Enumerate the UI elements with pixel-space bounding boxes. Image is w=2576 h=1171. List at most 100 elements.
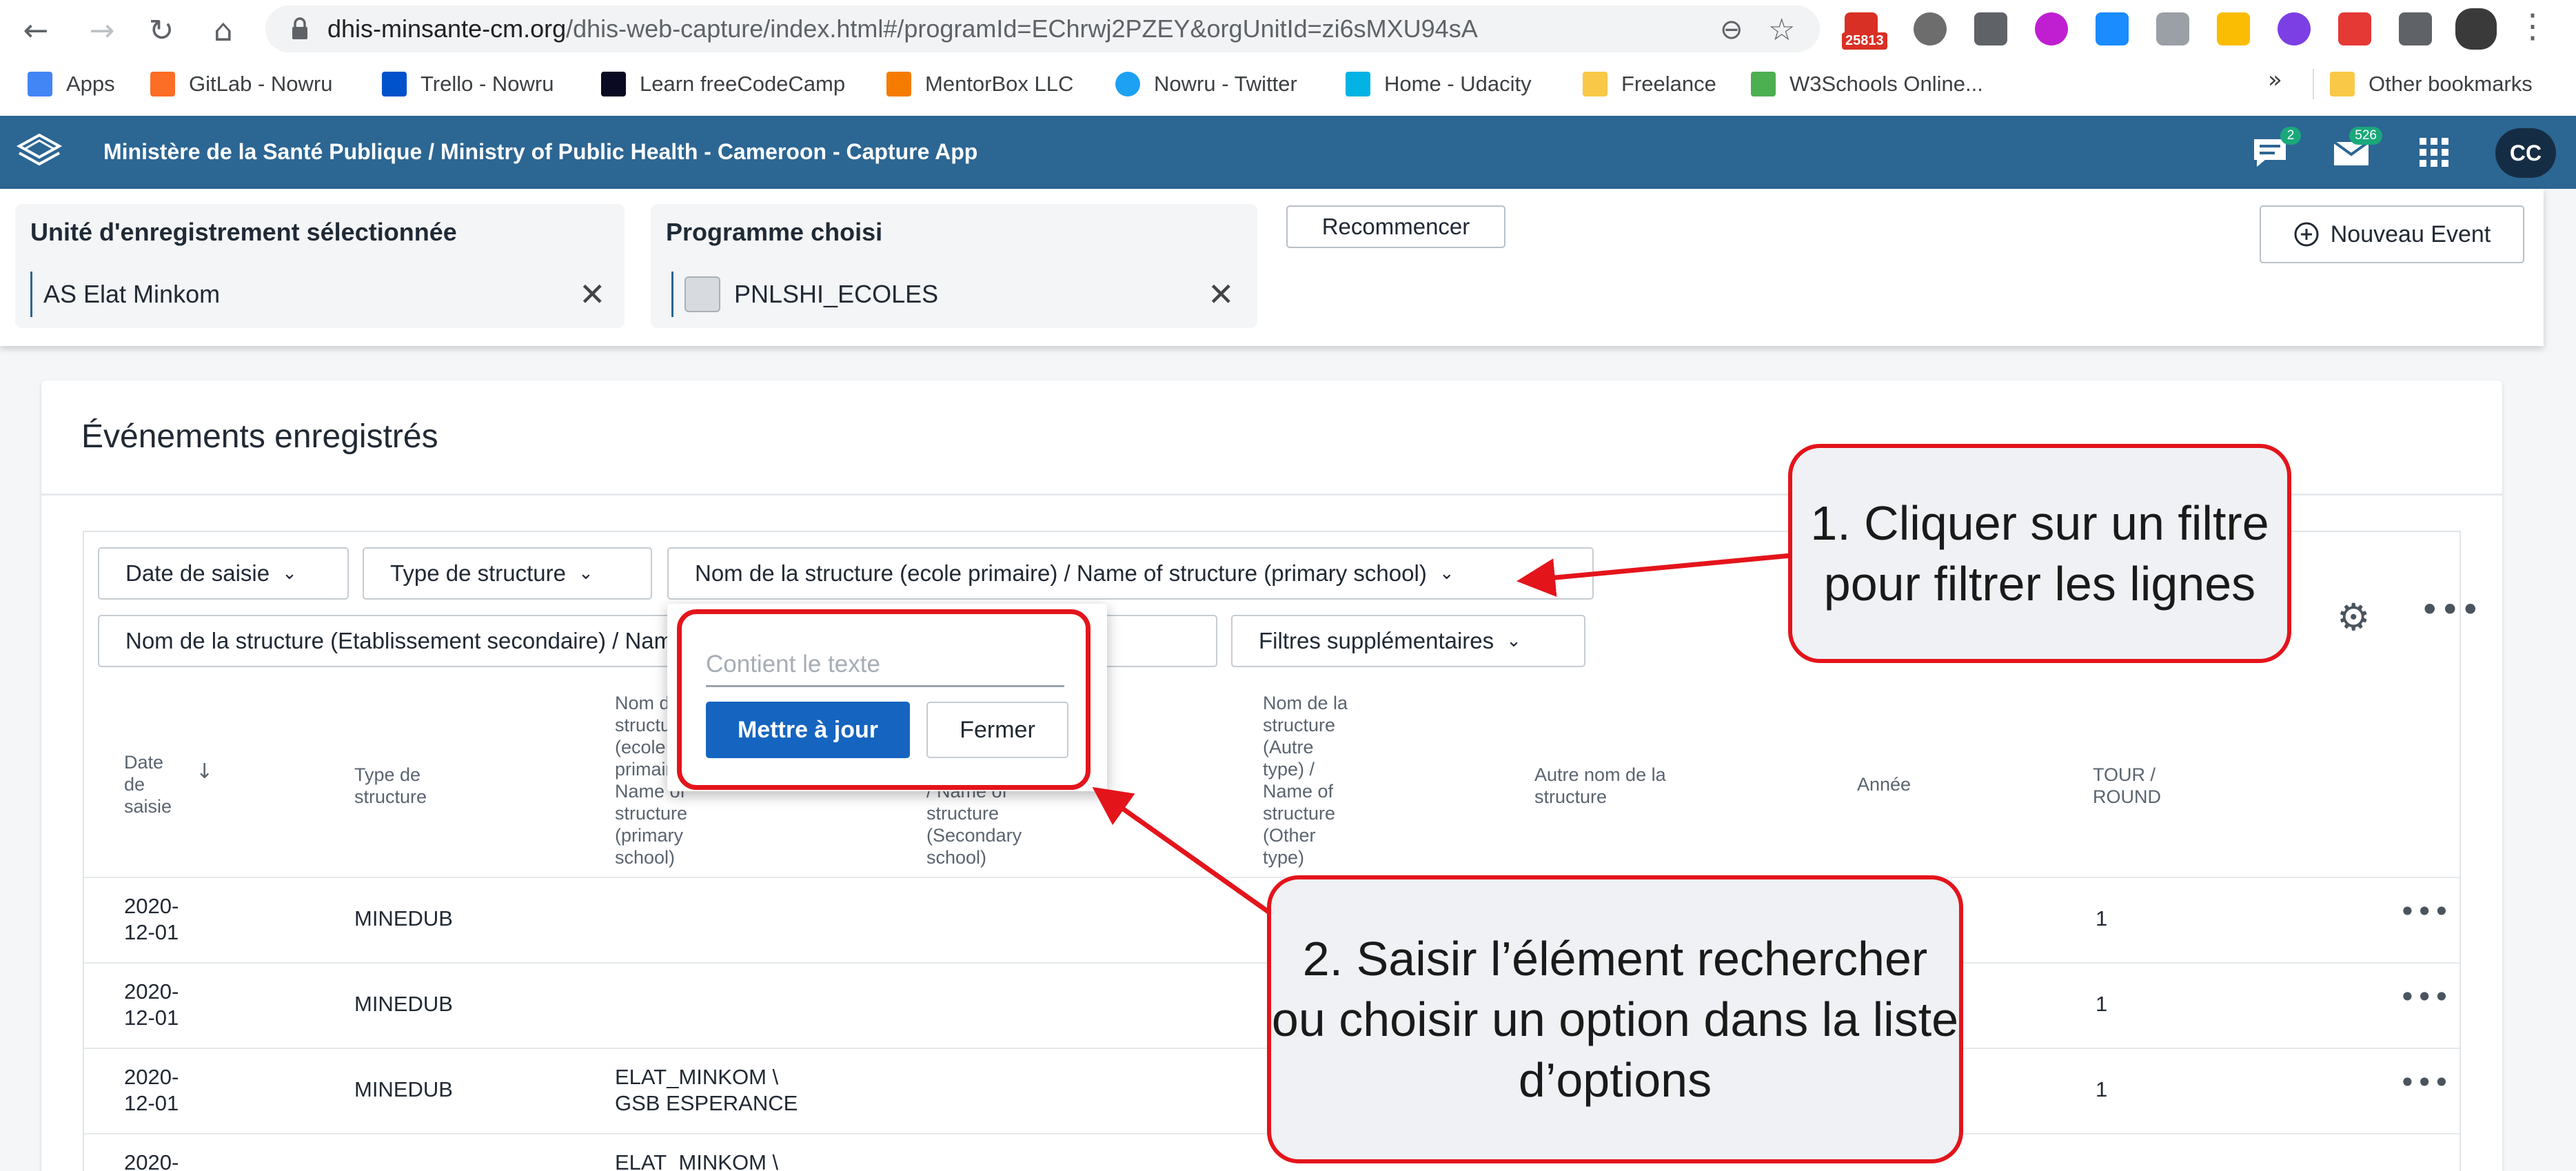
bookmark-udacity[interactable]: Home - Udacity [1346, 59, 1532, 109]
reload-icon[interactable]: ↻ [141, 10, 182, 51]
bookmark-other[interactable]: Other bookmarks [2330, 59, 2533, 109]
bookmark-label: Nowru - Twitter [1154, 72, 1297, 96]
new-event-button[interactable]: Nouveau Event [2260, 205, 2524, 263]
filter-date-saisie[interactable]: Date de saisie ⌄ [98, 547, 349, 600]
calendar-extension-icon[interactable] [2096, 12, 2129, 45]
forward-icon[interactable]: → [81, 10, 123, 51]
extension-icon[interactable] [1974, 12, 2007, 45]
twitter-icon [1115, 72, 1140, 96]
filter-label: Date de saisie [125, 560, 270, 586]
gitlab-icon [150, 72, 175, 96]
owl-extension-icon[interactable] [1914, 12, 1947, 45]
program-value-field[interactable]: PNLSHI_ECOLES [671, 272, 938, 317]
column-header-type[interactable]: Type de structure [354, 764, 458, 808]
cell-round: 1 [2096, 1077, 2108, 1101]
clear-program-icon[interactable]: ✕ [1208, 276, 1235, 313]
bookmark-apps[interactable]: Apps [28, 59, 115, 109]
program-label: Programme choisi [666, 218, 883, 246]
reset-button[interactable]: Recommencer [1286, 205, 1505, 248]
purple-extension-icon[interactable] [2035, 12, 2068, 45]
lock-icon [292, 17, 307, 39]
bookmark-w3schools[interactable]: W3Schools Online... [1751, 59, 1983, 109]
interpretations-badge: 526 [2349, 127, 2382, 145]
quick-selector: Unité d'enregistrement sélectionnée AS E… [0, 189, 2544, 346]
url-text: dhis-minsante-cm.org/dhis-web-capture/in… [327, 15, 1478, 43]
bookmark-twitter[interactable]: Nowru - Twitter [1115, 59, 1297, 109]
gear-icon[interactable]: ⚙ [2337, 595, 2370, 639]
bookmark-label: MentorBox LLC [925, 72, 1074, 96]
row-more-icon[interactable]: ••• [2399, 1066, 2450, 1099]
bookmark-label: W3Schools Online... [1789, 72, 1983, 96]
back-icon[interactable]: ← [15, 10, 57, 51]
column-header-date[interactable]: Date de saisie [124, 751, 172, 817]
chrome-menu-icon[interactable]: ⋮ [2516, 7, 2549, 45]
annotation-step-1: 1. Cliquer sur un filtre pour filtrer le… [1788, 444, 2291, 663]
column-header-other-type[interactable]: Nom de la structure (Autre type) / Name … [1263, 692, 1357, 868]
column-header-year[interactable]: Année [1857, 773, 1940, 795]
bookmark-label: Other bookmarks [2369, 72, 2533, 96]
chevron-down-icon: ⌄ [282, 563, 297, 584]
cell-type: MINEDUB [354, 906, 453, 930]
bookmark-label: GitLab - Nowru [189, 72, 333, 96]
dice-extension-icon[interactable] [2338, 12, 2371, 45]
filter-label: Nom de la structure (ecole primaire) / N… [695, 560, 1427, 586]
program-selector: Programme choisi PNLSHI_ECOLES ✕ [651, 204, 1257, 328]
filter-more[interactable]: Filtres supplémentaires ⌄ [1231, 615, 1585, 667]
bookmark-label: Learn freeCodeCamp [640, 72, 846, 96]
download-extension-icon[interactable] [2217, 12, 2250, 45]
bookmark-mentorbox[interactable]: MentorBox LLC [886, 59, 1073, 109]
interpretations-icon[interactable]: 526 [2330, 127, 2382, 174]
bookmark-label: Freelance [1621, 72, 1716, 96]
home-icon[interactable]: ⌂ [203, 10, 244, 51]
bookmark-separator [2313, 69, 2314, 99]
cell-type: MINEDUB [354, 992, 453, 1016]
column-header-other-name[interactable]: Autre nom de la structure [1534, 764, 1700, 808]
violet-extension-icon[interactable] [2278, 12, 2311, 45]
bookmark-gitlab[interactable]: GitLab - Nowru [150, 59, 332, 109]
more-bookmarks-icon[interactable]: » [2268, 66, 2282, 94]
folder-icon [2330, 72, 2355, 96]
dhis2-logo-icon[interactable] [15, 131, 63, 174]
chevron-down-icon: ⌄ [1439, 563, 1454, 584]
camera-extension-icon[interactable] [2156, 12, 2189, 45]
bookmark-star-icon[interactable]: ☆ [1768, 12, 1795, 48]
bookmark-trello[interactable]: Trello - Nowru [382, 59, 554, 109]
apps-grid-icon [28, 72, 52, 96]
udacity-icon [1346, 72, 1370, 96]
more-options-icon[interactable]: ••• [2420, 590, 2480, 630]
org-unit-value[interactable]: AS Elat Minkom [30, 272, 220, 317]
messages-icon[interactable]: 2 [2249, 127, 2301, 174]
row-more-icon[interactable]: ••• [2399, 980, 2450, 1014]
app-header: Ministère de la Santé Publique / Ministr… [0, 116, 2576, 189]
list-title: Événements enregistrés [81, 418, 438, 455]
clear-org-unit-icon[interactable]: ✕ [579, 276, 606, 313]
cell-type: MINEDUB [354, 1077, 453, 1101]
filter-type-structure[interactable]: Type de structure ⌄ [363, 547, 652, 600]
puzzle-icon[interactable] [2399, 12, 2432, 45]
address-bar[interactable]: dhis-minsante-cm.org/dhis-web-capture/in… [265, 6, 1820, 52]
bookmark-freelance[interactable]: Freelance [1583, 59, 1716, 109]
user-avatar[interactable]: CC [2495, 128, 2556, 178]
annotation-step-2: 2. Saisir l’élément rechercher ou choisi… [1267, 875, 1963, 1163]
filter-primary-school[interactable]: Nom de la structure (ecole primaire) / N… [667, 547, 1594, 600]
row-more-icon[interactable]: ••• [2399, 895, 2450, 928]
bookmark-label: Trello - Nowru [420, 72, 554, 96]
profile-avatar-icon[interactable] [2455, 8, 2497, 50]
bookmark-freecodecamp[interactable]: Learn freeCodeCamp [601, 59, 845, 109]
org-unit-selector: Unité d'enregistrement sélectionnée AS E… [15, 204, 625, 328]
chevron-down-icon: ⌄ [578, 563, 594, 584]
bookmarks-bar: Apps GitLab - Nowru Trello - Nowru Learn… [0, 59, 2576, 109]
mail-extension-icon[interactable]: 25813 [1842, 12, 1887, 50]
sort-arrow-down-icon[interactable]: ↓ [196, 760, 213, 784]
cell-primary-school: ELAT_MINKOM \ [615, 1150, 779, 1171]
bookmark-label: Apps [66, 72, 115, 96]
messages-badge: 2 [2280, 127, 2301, 145]
apps-menu-icon[interactable] [2413, 131, 2455, 174]
column-header-round[interactable]: TOUR / ROUND [2093, 764, 2182, 808]
mail-badge: 25813 [1842, 32, 1887, 50]
cell-date: 2020-12-01 [124, 894, 179, 944]
new-event-label: Nouveau Event [2330, 221, 2491, 247]
row-divider [84, 877, 2460, 878]
bookmark-label: Home - Udacity [1384, 72, 1532, 96]
zoom-icon[interactable]: ⊖ [1720, 14, 1743, 45]
